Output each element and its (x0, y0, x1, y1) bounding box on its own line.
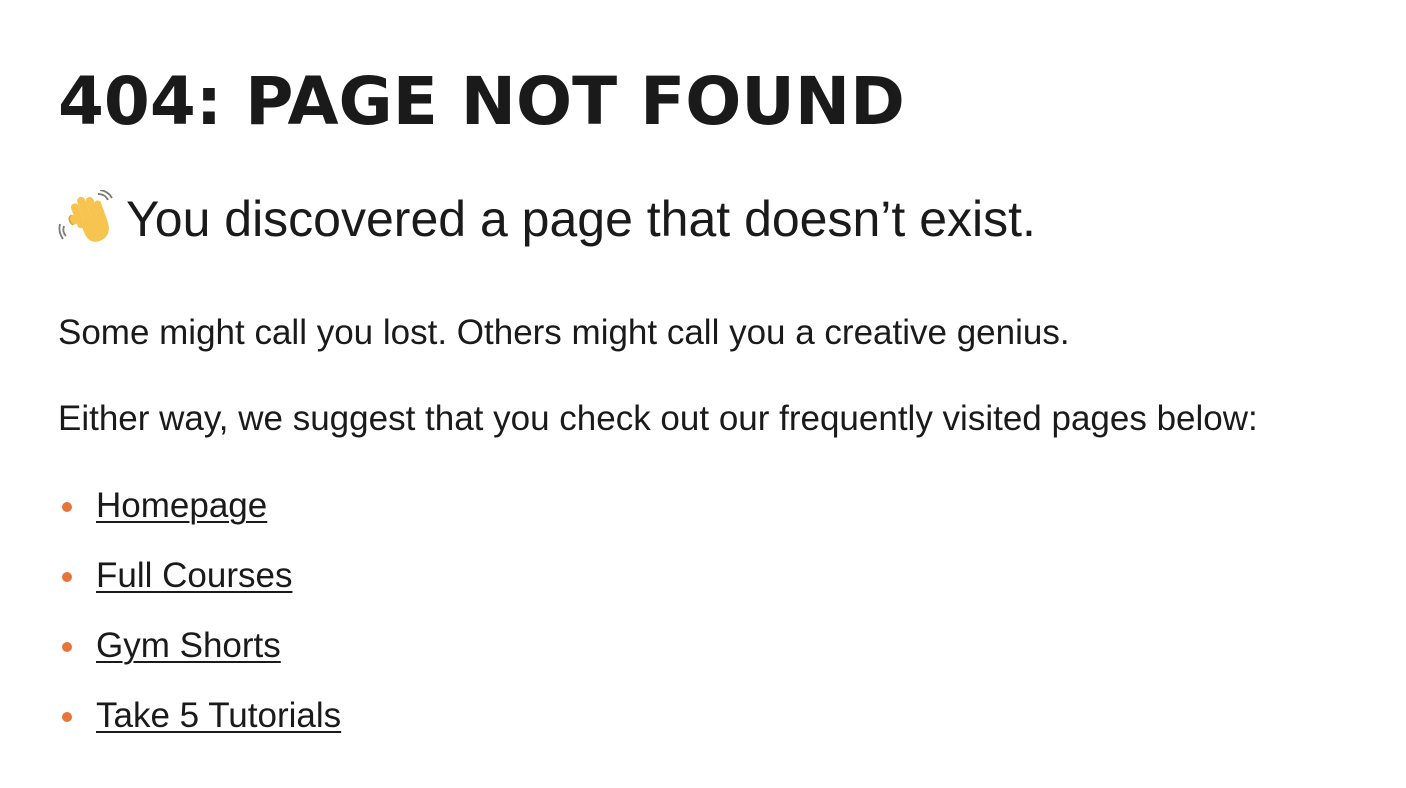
take-5-tutorials-link[interactable]: Take 5 Tutorials (96, 694, 341, 738)
bullet-icon (62, 642, 72, 652)
suggestion-paragraph: Either way, we suggest that you check ou… (58, 399, 1258, 438)
intro-paragraph: Some might call you lost. Others might c… (58, 313, 1070, 352)
bullet-icon (62, 712, 72, 722)
homepage-link[interactable]: Homepage (96, 484, 267, 528)
gym-shorts-link[interactable]: Gym Shorts (96, 624, 281, 668)
page-title: 404: PAGE NOT FOUND (58, 63, 905, 140)
bullet-icon (62, 502, 72, 512)
page-subtitle: You discovered a page that doesn’t exist… (58, 186, 1036, 252)
subtitle-text: You discovered a page that doesn’t exist… (126, 191, 1036, 247)
waving-hand-icon (58, 189, 116, 248)
bullet-icon (62, 572, 72, 582)
full-courses-link[interactable]: Full Courses (96, 554, 292, 598)
